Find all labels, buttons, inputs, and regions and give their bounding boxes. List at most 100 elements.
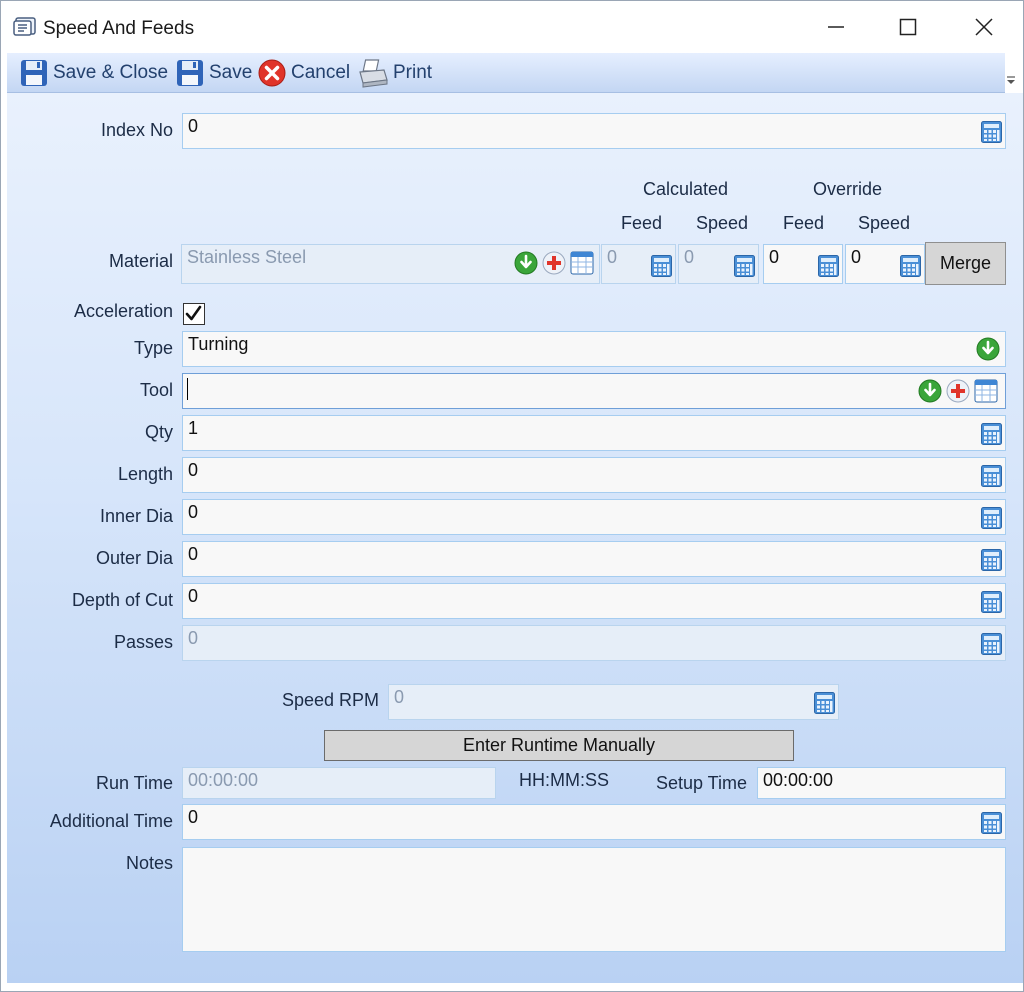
override-feed-value: 0	[769, 247, 780, 267]
printer-icon	[359, 59, 388, 88]
run-time-value: 00:00:00	[188, 770, 259, 790]
maximize-icon	[899, 18, 917, 36]
calculator-icon[interactable]	[818, 255, 839, 277]
depth-of-cut-input[interactable]: 0	[182, 583, 1006, 619]
print-button[interactable]: Print	[357, 57, 432, 89]
calculated-feed-input[interactable]: 0	[601, 244, 676, 284]
length-label: Length	[117, 464, 173, 484]
window-title: Speed And Feeds	[43, 18, 195, 39]
speed-rpm-value: 0	[394, 687, 405, 707]
material-value: Stainless Steel	[187, 247, 307, 267]
add-icon[interactable]	[946, 379, 970, 403]
notes-textarea[interactable]	[182, 847, 1006, 952]
calculator-icon[interactable]	[981, 591, 1002, 613]
notes-label: Notes	[125, 853, 173, 873]
dropdown-arrow-icon[interactable]	[976, 337, 1000, 361]
maximize-button[interactable]	[873, 1, 943, 53]
close-window-button[interactable]	[949, 1, 1019, 53]
calculator-icon[interactable]	[734, 255, 755, 277]
run-time-label: Run Time	[95, 773, 173, 793]
save-button[interactable]: Save	[175, 57, 252, 89]
speed-and-feeds-window: Speed And Feeds Save & Close Save Cancel…	[0, 0, 1024, 992]
acceleration-label: Acceleration	[73, 301, 173, 321]
calculator-icon[interactable]	[814, 692, 835, 714]
outer-dia-value: 0	[188, 544, 199, 564]
inner-dia-label: Inner Dia	[99, 506, 173, 526]
title-bar: Speed And Feeds	[1, 1, 1023, 53]
calculator-icon[interactable]	[900, 255, 921, 277]
calculated-header: Calculated	[643, 179, 729, 199]
additional-time-label: Additional Time	[49, 811, 173, 831]
index-no-label: Index No	[100, 120, 173, 140]
minimize-button[interactable]	[801, 1, 871, 53]
lookup-table-icon[interactable]	[570, 251, 594, 275]
calculated-speed-input[interactable]: 0	[678, 244, 759, 284]
overflow-chevron-icon[interactable]	[1005, 75, 1017, 85]
passes-value: 0	[188, 628, 199, 648]
length-input[interactable]: 0	[182, 457, 1006, 493]
setup-time-value: 00:00:00	[763, 770, 834, 790]
calculator-icon[interactable]	[981, 423, 1002, 445]
additional-time-input[interactable]: 0	[182, 804, 1006, 840]
calculator-icon[interactable]	[981, 633, 1002, 655]
index-no-value: 0	[188, 116, 199, 136]
passes-label: Passes	[113, 632, 173, 652]
override-feed-header: Feed	[783, 213, 825, 233]
merge-button[interactable]: Merge	[925, 242, 1006, 285]
override-feed-input[interactable]: 0	[763, 244, 843, 284]
calculator-icon[interactable]	[981, 121, 1002, 143]
save-close-button[interactable]: Save & Close	[19, 57, 168, 89]
additional-time-value: 0	[188, 807, 199, 827]
print-label: Print	[393, 62, 433, 83]
setup-time-input[interactable]: 00:00:00	[757, 767, 1006, 799]
material-input[interactable]: Stainless Steel	[181, 244, 600, 284]
acceleration-checkbox[interactable]	[183, 303, 205, 325]
qty-label: Qty	[144, 422, 173, 442]
type-input[interactable]: Turning	[182, 331, 1006, 367]
run-time-input[interactable]: 00:00:00	[182, 767, 496, 799]
time-format-hint: HH:MM:SS	[519, 770, 609, 790]
lookup-table-icon[interactable]	[974, 379, 998, 403]
form-window-icon	[13, 17, 36, 36]
outer-dia-input[interactable]: 0	[182, 541, 1006, 577]
type-label: Type	[133, 338, 173, 358]
calculator-icon[interactable]	[981, 812, 1002, 834]
index-no-input[interactable]: 0	[182, 113, 1006, 149]
override-speed-value: 0	[851, 247, 862, 267]
enter-runtime-manually-button[interactable]: Enter Runtime Manually	[324, 730, 794, 761]
calculator-icon[interactable]	[981, 549, 1002, 571]
type-value: Turning	[188, 334, 249, 354]
override-header: Override	[813, 179, 883, 199]
inner-dia-value: 0	[188, 502, 199, 522]
save-close-label: Save & Close	[53, 62, 169, 83]
setup-time-label: Setup Time	[655, 773, 747, 793]
calculator-icon[interactable]	[981, 465, 1002, 487]
outer-dia-label: Outer Dia	[95, 548, 173, 568]
speed-feeds-form: Index No 0 Calculated Override Feed Spee…	[7, 93, 1023, 983]
override-speed-header: Speed	[858, 213, 911, 233]
speed-rpm-input[interactable]: 0	[388, 684, 839, 720]
calculator-icon[interactable]	[651, 255, 672, 277]
dropdown-arrow-icon[interactable]	[514, 251, 538, 275]
add-icon[interactable]	[542, 251, 566, 275]
inner-dia-input[interactable]: 0	[182, 499, 1006, 535]
calculated-speed-header: Speed	[696, 213, 749, 233]
tool-input[interactable]	[182, 373, 1006, 409]
cancel-label: Cancel	[291, 62, 351, 83]
depth-of-cut-value: 0	[188, 586, 199, 606]
cancel-button[interactable]: Cancel	[257, 57, 350, 89]
save-label: Save	[209, 62, 253, 83]
calculated-feed-value: 0	[607, 247, 618, 267]
speed-rpm-label: Speed RPM	[281, 690, 379, 710]
calculator-icon[interactable]	[981, 507, 1002, 529]
override-speed-input[interactable]: 0	[845, 244, 925, 284]
qty-input[interactable]: 1	[182, 415, 1006, 451]
floppy-disk-icon	[177, 60, 203, 86]
length-value: 0	[188, 460, 199, 480]
tool-label: Tool	[139, 380, 173, 400]
dropdown-arrow-icon[interactable]	[918, 379, 942, 403]
passes-input[interactable]: 0	[182, 625, 1006, 661]
text-caret	[187, 378, 188, 400]
depth-of-cut-label: Depth of Cut	[71, 590, 173, 610]
minimize-icon	[828, 26, 844, 28]
